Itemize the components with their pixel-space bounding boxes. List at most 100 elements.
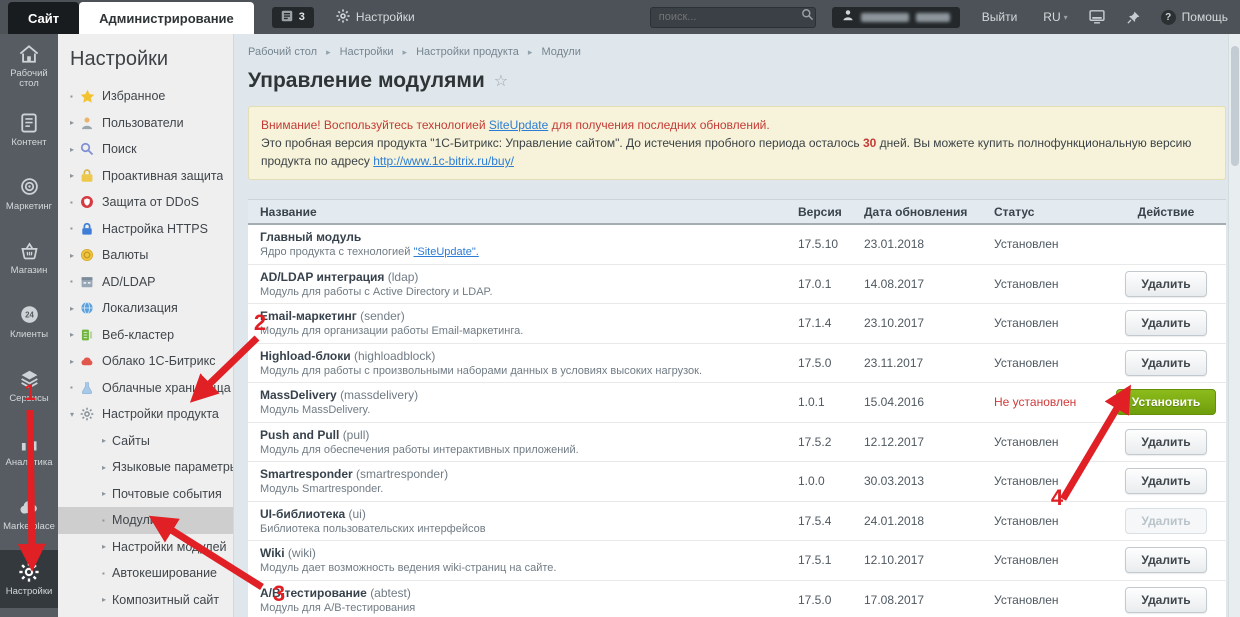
sidebar-menu-item[interactable]: ▸ Облако 1С-Битрикс — [58, 348, 233, 375]
module-action-button[interactable]: Установить — [1115, 389, 1217, 416]
sidebar-menu-item[interactable]: ▪ Настройка HTTPS — [58, 216, 233, 243]
settings-sidebar: Настройки ▪ Избранное ▸ Пользователи ▸ П… — [58, 34, 234, 617]
module-action-button[interactable]: Удалить — [1125, 310, 1207, 337]
sidebar-menu-item[interactable]: ▸ Поиск — [58, 136, 233, 163]
topbar-settings-link[interactable]: Настройки — [336, 8, 415, 26]
rail-item[interactable]: Аналитика — [0, 418, 58, 482]
sidebar-menu-item[interactable]: ▪ Защита от DDoS — [58, 189, 233, 216]
rail-item[interactable]: Маркетинг — [0, 162, 58, 226]
user-account-chip[interactable] — [831, 6, 960, 28]
module-name: Email-маркетинг — [260, 309, 357, 324]
module-code: (abtest) — [370, 585, 411, 600]
desktop-view-icon[interactable] — [1088, 9, 1106, 25]
logout-link[interactable]: Выйти — [982, 10, 1018, 24]
tab-admin[interactable]: Администрирование — [79, 2, 254, 34]
module-status: Установлен — [994, 513, 1059, 528]
sidebar-menu-item[interactable]: ▪ AD/LDAP — [58, 269, 233, 296]
sidebar-menu-item[interactable]: ▪ Автокеширование — [58, 560, 233, 587]
sidebar-menu-item[interactable]: ▸ Языковые параметры — [58, 454, 233, 481]
siteupdate-link[interactable]: SiteUpdate — [489, 118, 548, 132]
module-update-date: 23.11.2017 — [864, 355, 924, 370]
help-link[interactable]: ? Помощь — [1160, 9, 1228, 25]
sidebar-menu-item[interactable]: ▪ Модули — [58, 507, 233, 534]
notifications-counter[interactable]: 3 — [271, 6, 314, 28]
marker-icon: ▸ — [102, 436, 107, 446]
table-row: A/B-тестирование (abtest) Модуль для A/B… — [248, 580, 1226, 617]
table-row: MassDelivery (massdelivery) Модуль MassD… — [248, 383, 1226, 423]
search-icon[interactable] — [801, 8, 814, 26]
vertical-scrollbar[interactable] — [1228, 34, 1240, 617]
gear-icon — [336, 8, 350, 26]
marker-icon: ▪ — [70, 277, 73, 287]
module-status: Установлен — [994, 316, 1059, 331]
pin-icon[interactable] — [1126, 10, 1141, 25]
module-version: 1.0.0 — [798, 474, 825, 489]
user-name-redacted — [860, 12, 909, 22]
language-selector[interactable]: RU ▾ — [1043, 10, 1067, 24]
module-action-button[interactable]: Удалить — [1125, 586, 1207, 613]
module-action-button[interactable]: Удалить — [1125, 349, 1207, 376]
search-input[interactable] — [658, 11, 801, 23]
rail-item[interactable]: Настройки — [0, 550, 58, 608]
module-description: Модуль Smartresponder. — [260, 483, 384, 496]
modules-table: Название Версия Дата обновления Статус Д… — [248, 199, 1226, 617]
sidebar-menu-item[interactable]: ▸ Валюты — [58, 242, 233, 269]
shop-icon — [19, 240, 40, 262]
module-name: UI-библиотека — [260, 506, 346, 521]
marker-icon: ▪ — [70, 383, 73, 393]
marker-icon: ▸ — [102, 462, 107, 472]
sidebar-menu-item[interactable]: ▸ Пользователи — [58, 110, 233, 137]
module-status: Установлен — [994, 592, 1059, 607]
rail-item[interactable]: 24 Клиенты — [0, 290, 58, 354]
module-name: Главный модуль — [260, 230, 362, 245]
module-version: 17.5.0 — [798, 355, 832, 370]
sidebar-menu-item[interactable]: ▸ Сайты — [58, 428, 233, 455]
buy-link[interactable]: http://www.1c-bitrix.ru/buy/ — [373, 154, 514, 168]
top-bar: Сайт Администрирование 3 Настройки Выйти… — [0, 0, 1240, 34]
breadcrumb-item[interactable]: Рабочий стол — [248, 46, 317, 58]
module-status: Не установлен — [994, 395, 1077, 410]
tab-site[interactable]: Сайт — [8, 2, 80, 34]
module-version: 17.5.0 — [798, 592, 832, 607]
search-small-icon — [80, 142, 102, 156]
module-update-date: 12.10.2017 — [864, 553, 925, 568]
marketplace-cloud-icon — [18, 496, 41, 518]
module-name: A/B-тестирование — [260, 585, 367, 600]
main-content: Рабочий стол ▸ Настройки ▸ Настройки продукт… — [234, 34, 1240, 617]
rail-item[interactable]: Сервисы — [0, 354, 58, 418]
sidebar-menu-item[interactable]: ▸ Веб-кластер — [58, 322, 233, 349]
marketing-icon — [19, 176, 40, 198]
module-status: Установлен — [994, 355, 1059, 370]
sidebar-menu-item[interactable]: ▸ Настройки модулей — [58, 534, 233, 561]
module-desc-link[interactable]: "SiteUpdate". — [414, 246, 479, 258]
sidebar-menu-item[interactable]: ▾ Настройки продукта — [58, 401, 233, 428]
rail-item[interactable]: Магазин — [0, 226, 58, 290]
rail-item[interactable]: Marketplace — [0, 482, 58, 546]
rail-item[interactable]: Рабочий стол — [0, 34, 58, 98]
sidebar-menu-item[interactable]: ▪ Избранное — [58, 83, 233, 110]
breadcrumb-item[interactable]: Настройки — [340, 46, 394, 58]
module-action-button[interactable]: Удалить — [1125, 468, 1207, 495]
module-description: Модуль MassDelivery. — [260, 404, 371, 417]
sidebar-menu-item[interactable]: ▸ Композитный сайт — [58, 587, 233, 614]
sidebar-menu-item[interactable]: ▸ Локализация — [58, 295, 233, 322]
module-description: Ядро продукта с технологией "SiteUpdate"… — [260, 246, 479, 259]
module-action-button[interactable]: Удалить — [1125, 428, 1207, 455]
module-status: Установлен — [994, 474, 1059, 489]
sidebar-menu-item[interactable]: ▸ Почтовые события — [58, 481, 233, 508]
breadcrumb-item[interactable]: Настройки продукта — [416, 46, 519, 58]
marker-icon: ▸ — [70, 118, 75, 128]
module-version: 17.5.10 — [798, 237, 839, 252]
module-action-button[interactable]: Удалить — [1125, 270, 1207, 297]
marker-icon: ▪ — [102, 568, 105, 578]
module-action-button[interactable]: Удалить — [1125, 507, 1207, 534]
module-action-button[interactable]: Удалить — [1125, 547, 1207, 574]
sidebar-menu-item[interactable]: ▸ Проактивная защита — [58, 163, 233, 190]
breadcrumb: Рабочий стол ▸ Настройки ▸ Настройки продукт… — [248, 46, 1226, 58]
trial-notice: Внимание! Воспользуйтесь технологией Sit… — [248, 106, 1226, 180]
rail-item[interactable]: Контент — [0, 98, 58, 162]
scrollbar-thumb[interactable] — [1231, 46, 1239, 166]
favorite-star-icon[interactable]: ☆ — [494, 71, 508, 91]
module-name: AD/LDAP интеграция — [260, 269, 385, 284]
sidebar-menu-item[interactable]: ▪ Облачные хранилища — [58, 375, 233, 402]
